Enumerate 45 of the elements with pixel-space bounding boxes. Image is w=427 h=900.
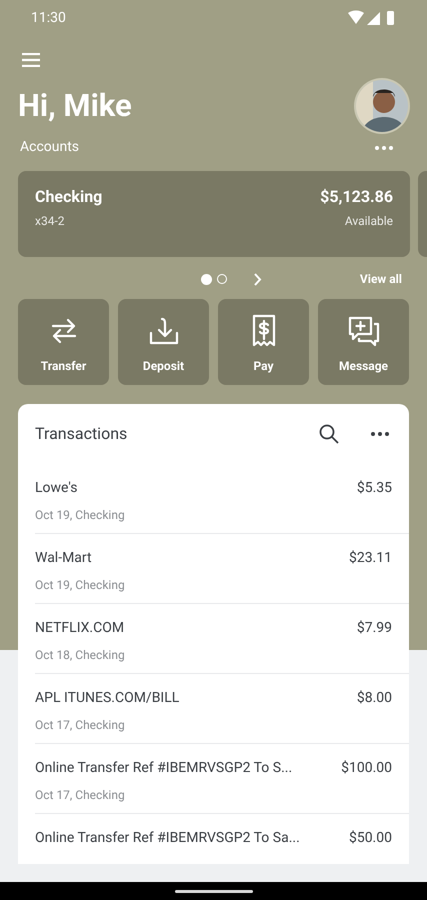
transaction-amount: $23.11	[348, 549, 392, 568]
account-number: x34-2	[35, 213, 66, 230]
transaction-name: Online Transfer Ref #IBEMRVSGP2 To Sa...	[35, 829, 300, 848]
transaction-row[interactable]: Online Transfer Ref #IBEMRVSGP2 To Sa... $50.00	[35, 814, 409, 864]
balance-label: Available	[344, 213, 393, 230]
transaction-detail: Oct 17, Checking	[35, 787, 126, 804]
home-indicator[interactable]	[174, 890, 252, 892]
transaction-name: Lowe's	[35, 479, 78, 498]
card-title: Transactions	[35, 423, 128, 445]
account-card[interactable]: Checking x34-2 $5,123.86 Available	[18, 171, 410, 257]
transaction-detail: Oct 19, Checking	[35, 577, 125, 594]
status-icons	[348, 10, 396, 26]
transaction-amount: $8.00	[356, 689, 392, 708]
search-icon[interactable]	[319, 424, 339, 444]
account-name: Checking	[35, 186, 102, 208]
transaction-row[interactable]: Lowe's Oct 19, Checking $5.35	[35, 464, 409, 534]
transaction-detail: Oct 19, Checking	[35, 507, 125, 524]
chevron-right-icon[interactable]	[253, 272, 262, 286]
transaction-row[interactable]: Online Transfer Ref #IBEMRVSGP2 To S... Oct 17, Checking $100.00	[35, 744, 409, 814]
action-button[interactable]: Deposit	[118, 299, 209, 385]
more-icon[interactable]	[371, 432, 389, 436]
account-balance: $5,123.86	[320, 186, 393, 208]
chat-bubbles-plus-icon	[346, 315, 380, 347]
transaction-name: APL ITUNES.COM/BILL	[35, 689, 180, 708]
action-button[interactable]: Message	[318, 299, 409, 385]
transaction-amount: $5.35	[356, 479, 392, 498]
transaction-detail: Oct 18, Checking	[35, 647, 125, 664]
transaction-name: Online Transfer Ref #IBEMRVSGP2 To S...	[35, 759, 292, 778]
transaction-row[interactable]: NETFLIX.COM Oct 18, Checking $7.99	[35, 604, 409, 674]
action-button[interactable]: Transfer	[18, 299, 109, 385]
transaction-row[interactable]: Wal-Mart Oct 19, Checking $23.11	[35, 534, 409, 604]
transaction-amount: $7.99	[356, 619, 392, 638]
receipt-dollar-icon	[250, 314, 276, 348]
transaction-row[interactable]: APL ITUNES.COM/BILL Oct 17, Checking $8.00	[35, 674, 409, 744]
status-time: 11:30	[31, 8, 66, 28]
transaction-amount: $100.00	[341, 759, 392, 778]
transaction-amount: $50.00	[348, 829, 392, 848]
transaction-name: Wal-Mart	[35, 549, 93, 568]
transaction-name: NETFLIX.COM	[35, 619, 125, 638]
action-button[interactable]: Pay	[218, 299, 309, 385]
download-tray-icon	[148, 316, 180, 346]
transaction-detail: Oct 17, Checking	[35, 717, 126, 734]
menu-icon[interactable]	[22, 53, 40, 67]
greeting: Hi, Mike	[18, 86, 132, 126]
section-title: Accounts	[20, 138, 80, 157]
